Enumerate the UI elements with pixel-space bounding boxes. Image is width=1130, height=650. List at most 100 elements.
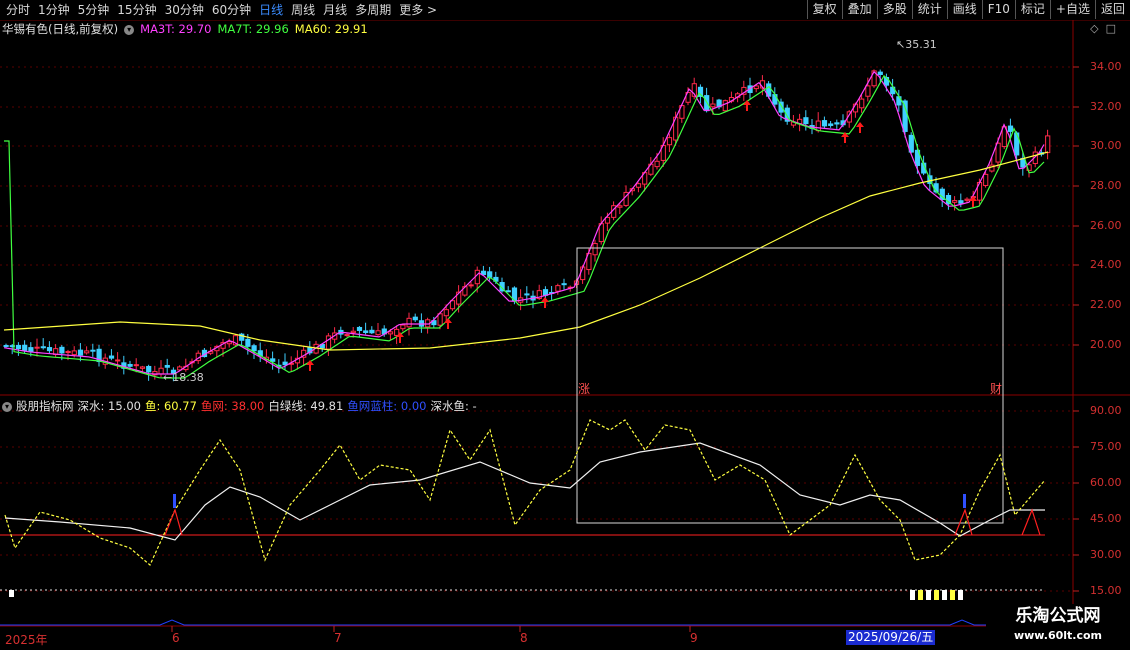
candle-body bbox=[363, 330, 369, 334]
candle-body bbox=[22, 344, 28, 351]
shenshui-bar bbox=[926, 590, 931, 600]
candle-body bbox=[406, 317, 412, 328]
shenshuiyu-value: 深水鱼: - bbox=[430, 399, 477, 413]
candle-body bbox=[865, 85, 871, 97]
candle-body bbox=[468, 284, 474, 287]
yuwang-value: 鱼网: 38.00 bbox=[200, 399, 265, 413]
candle-body bbox=[387, 331, 394, 335]
date-label: 8 bbox=[520, 631, 528, 645]
buy-arrow-icon bbox=[856, 122, 864, 133]
shenshui-bar bbox=[950, 590, 955, 600]
candle-body bbox=[356, 326, 363, 331]
bailvxian-value: 白绿线: 49.81 bbox=[268, 399, 344, 413]
indicator-tick: 15.00 bbox=[1090, 584, 1122, 597]
candle-body bbox=[90, 349, 96, 352]
price-tick: 30.00 bbox=[1090, 139, 1122, 152]
shenshui-bar bbox=[9, 590, 14, 597]
buy-arrow-icon bbox=[306, 360, 314, 371]
candle-body bbox=[1007, 125, 1014, 132]
candle-body bbox=[139, 366, 146, 369]
price-tick: 20.00 bbox=[1090, 338, 1122, 351]
shenshui-bar bbox=[942, 590, 947, 600]
cai-label: 财 bbox=[990, 382, 1003, 396]
candle-body bbox=[834, 122, 840, 125]
candle-body bbox=[828, 123, 834, 126]
candle-body bbox=[115, 359, 121, 362]
candle-body bbox=[65, 351, 71, 354]
candle-body bbox=[270, 358, 276, 362]
yu-line bbox=[4, 419, 1046, 566]
date-axis: 2025年 6 7 8 9 bbox=[0, 628, 1130, 650]
yuwang-spike bbox=[1021, 508, 1041, 536]
ma3-line bbox=[3, 70, 1045, 375]
candle-body bbox=[561, 283, 567, 286]
candle-body bbox=[617, 205, 623, 208]
candle-body bbox=[325, 335, 332, 350]
candle-body bbox=[46, 347, 53, 352]
price-tick: 24.00 bbox=[1090, 258, 1122, 271]
low-price-label: ←18.38 bbox=[163, 371, 204, 384]
price-tick: 32.00 bbox=[1090, 100, 1122, 113]
kline-chart[interactable] bbox=[0, 0, 1130, 650]
candle-body bbox=[59, 346, 65, 354]
blue-bar bbox=[173, 494, 176, 508]
candle-body bbox=[84, 350, 90, 354]
candle-body bbox=[902, 100, 908, 132]
indicator-settings-icon[interactable]: ▾ bbox=[2, 401, 12, 412]
candle-body bbox=[443, 309, 449, 317]
price-tick: 34.00 bbox=[1090, 60, 1122, 73]
indicator-tick: 90.00 bbox=[1090, 404, 1122, 417]
candle-body bbox=[77, 349, 84, 356]
zhang-label: 涨 bbox=[578, 382, 591, 396]
highlight-box bbox=[576, 247, 1004, 524]
candle-body bbox=[952, 200, 958, 203]
candle-body bbox=[654, 160, 660, 168]
candle-body bbox=[400, 324, 406, 330]
candle-body bbox=[164, 364, 170, 368]
candle-body bbox=[592, 243, 598, 256]
indicator-name[interactable]: 股朋指标网 bbox=[16, 399, 74, 413]
yuwang-spike bbox=[164, 508, 183, 536]
candle-body bbox=[127, 363, 133, 367]
date-label: 2025年 bbox=[5, 633, 48, 647]
candle-body bbox=[28, 347, 34, 353]
high-price-value: 35.31 bbox=[905, 38, 937, 51]
watermark-url: www.60lt.com bbox=[1013, 629, 1103, 642]
candle-body bbox=[821, 120, 828, 127]
candle-body bbox=[437, 313, 443, 326]
shenshui-bar bbox=[958, 590, 963, 600]
candle-body bbox=[753, 85, 759, 90]
candle-body bbox=[369, 329, 375, 334]
candle-body bbox=[710, 103, 716, 108]
indicator-tick: 45.00 bbox=[1090, 512, 1122, 525]
candle-body bbox=[877, 71, 883, 75]
price-tick: 26.00 bbox=[1090, 219, 1122, 232]
candle-body bbox=[722, 100, 728, 112]
indicator-tick: 75.00 bbox=[1090, 440, 1122, 453]
candle-body bbox=[859, 98, 865, 109]
shenshui-bar bbox=[934, 590, 939, 600]
candle-body bbox=[635, 183, 642, 188]
buy-arrow-icon bbox=[444, 318, 452, 329]
candle-body bbox=[15, 344, 22, 350]
candle-body bbox=[282, 361, 288, 366]
candle-body bbox=[133, 364, 139, 367]
shenshui-value: 深水: 15.00 bbox=[77, 399, 141, 413]
candle-body bbox=[449, 300, 456, 310]
candle-body bbox=[524, 293, 530, 296]
candle-body bbox=[146, 365, 152, 373]
candle-body bbox=[344, 334, 350, 337]
date-label: 6 bbox=[172, 631, 180, 645]
candle-body bbox=[34, 346, 40, 349]
high-price-label: ↖35.31 bbox=[896, 38, 937, 51]
candle-body bbox=[40, 346, 46, 349]
candle-body bbox=[375, 330, 381, 336]
indicator-info: ▾ 股朋指标网 深水: 15.00 鱼: 60.77 鱼网: 38.00 白绿线: 49.… bbox=[2, 398, 481, 414]
candle-body bbox=[245, 338, 251, 347]
bottom-blue-line bbox=[0, 619, 1045, 626]
candle-body bbox=[815, 120, 821, 132]
candle-body bbox=[1045, 135, 1051, 154]
blue-bar bbox=[963, 494, 966, 508]
bailv-line bbox=[4, 442, 1045, 541]
candle-body bbox=[412, 316, 418, 321]
